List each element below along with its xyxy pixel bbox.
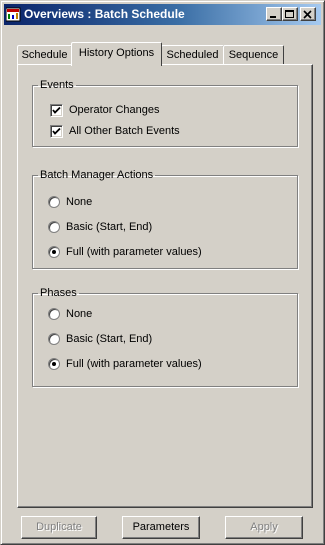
check-icon (52, 106, 61, 114)
check-icon (52, 127, 61, 135)
all-other-batch-events-checkbox[interactable]: All Other Batch Events (50, 124, 180, 138)
radio-circle[interactable] (48, 333, 60, 345)
bma-none-radio[interactable]: None (48, 195, 92, 209)
tab-sequence[interactable]: Sequence (223, 45, 284, 65)
history-options-panel: Events Operator Changes All Other Batch … (17, 64, 313, 508)
radio-circle[interactable] (48, 246, 60, 258)
tab-label: History Options (78, 47, 155, 59)
radio-circle[interactable] (48, 221, 60, 233)
tab-label: Scheduled (166, 49, 219, 61)
radio-selected-dot (52, 362, 56, 366)
phases-none-radio[interactable]: None (48, 307, 92, 321)
checkbox-box[interactable] (50, 124, 63, 138)
batch-manager-actions-legend: Batch Manager Actions (40, 169, 154, 181)
checkbox-label: Operator Changes (69, 104, 160, 116)
radio-label: None (66, 196, 93, 208)
button-label: Apply (250, 521, 278, 533)
radio-label: Basic (Start, End) (66, 333, 153, 345)
title-bar[interactable]: Overviews : Batch Schedule (4, 4, 321, 25)
bma-full-radio[interactable]: Full (with parameter values) (48, 245, 202, 259)
bma-basic-radio[interactable]: Basic (Start, End) (48, 220, 152, 234)
tab-label: Schedule (21, 49, 68, 61)
tab-scheduled[interactable]: Scheduled (161, 45, 224, 65)
phases-basic-radio[interactable]: Basic (Start, End) (48, 332, 152, 346)
radio-selected-dot (52, 250, 56, 254)
maximize-icon (285, 10, 294, 18)
radio-label: None (66, 308, 93, 320)
checkbox-box[interactable] (50, 103, 63, 117)
close-button[interactable] (300, 7, 316, 21)
apply-button[interactable]: Apply (225, 516, 303, 539)
radio-label: Full (with parameter values) (66, 358, 202, 370)
app-icon (5, 7, 21, 22)
duplicate-button[interactable]: Duplicate (21, 516, 97, 539)
close-icon (303, 10, 312, 19)
tab-schedule[interactable]: Schedule (17, 45, 72, 65)
batch-schedule-window: Overviews : Batch Schedule Schedule Sche… (0, 0, 325, 545)
tab-history-options[interactable]: History Options (71, 42, 162, 66)
tab-label: Sequence (228, 49, 279, 61)
button-label: Parameters (132, 521, 190, 533)
minimize-button[interactable] (266, 7, 282, 21)
radio-circle[interactable] (48, 358, 60, 370)
button-label: Duplicate (36, 521, 82, 533)
phases-full-radio[interactable]: Full (with parameter values) (48, 357, 202, 371)
operator-changes-checkbox[interactable]: Operator Changes (50, 103, 160, 117)
phases-legend: Phases (40, 287, 77, 299)
minimize-icon (270, 16, 276, 18)
maximize-button[interactable] (282, 7, 298, 21)
parameters-button[interactable]: Parameters (122, 516, 200, 539)
events-legend: Events (40, 79, 74, 91)
radio-circle[interactable] (48, 308, 60, 320)
checkbox-label: All Other Batch Events (69, 125, 180, 137)
radio-label: Full (with parameter values) (66, 246, 202, 258)
radio-label: Basic (Start, End) (66, 221, 153, 233)
window-title: Overviews : Batch Schedule (24, 7, 185, 21)
radio-circle[interactable] (48, 196, 60, 208)
